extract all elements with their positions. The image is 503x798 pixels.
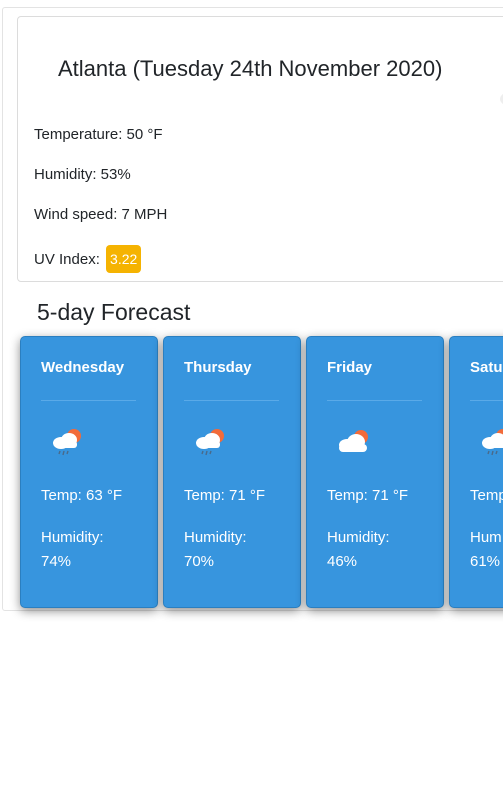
forecast-humidity-label: Humidity: [327,529,390,546]
forecast-humidity-value: 46% [327,553,358,570]
forecast-day: Friday [327,359,373,376]
forecast-day: Thursday [184,359,252,376]
forecast-temp: Temp [470,487,503,504]
forecast-humidity-label: Humidity: [41,529,104,546]
forecast-temp: Temp: 71 °F [327,487,409,504]
forecast-divider [184,400,279,401]
rain-cloud-sun-icon [196,429,224,456]
forecast-divider [41,400,136,401]
forecast-divider [327,400,422,401]
forecast-humidity: Humidity: 70% [184,526,247,574]
forecast-temp: Temp: 71 °F [184,487,266,504]
weather-dashboard: Atlanta (Tuesday 24th November 2020) Tem… [0,0,503,798]
forecast-day: Wednesday [41,359,125,376]
forecast-card-saturday: Saturday Temp Hum 61% [449,336,503,608]
current-humidity: Humidity: 53% [34,166,131,183]
cloud-icon [500,94,503,104]
forecast-divider [470,400,503,401]
current-uv-index: UV Index: 3.22 [34,245,142,273]
forecast-card-thursday: Thursday Temp: 71 °F Humidity: 70% [163,336,301,608]
forecast-temp: Temp: 63 °F [41,487,123,504]
forecast-heading: 5-day Forecast [37,299,191,325]
city-title: Atlanta (Tuesday 24th November 2020) [58,56,443,81]
forecast-humidity-label: Hum [470,529,502,546]
current-temperature: Temperature: 50 °F [34,126,163,143]
forecast-humidity-value: 74% [41,553,72,570]
uv-index-label: UV Index: [34,251,100,268]
forecast-day: Saturday [470,359,503,376]
forecast-humidity: Humidity: 46% [327,526,390,574]
forecast-card-friday: Friday Temp: 71 °F Humidity: 46% [306,336,444,608]
forecast-humidity: Humidity: 74% [41,526,104,574]
forecast-humidity-label: Humidity: [184,529,247,546]
forecast-humidity: Hum 61% [470,526,502,574]
rain-cloud-sun-icon [482,429,503,456]
current-wind-speed: Wind speed: 7 MPH [34,206,168,223]
forecast-humidity-value: 61% [470,553,501,570]
rain-cloud-sun-icon [53,429,81,456]
cloud-sun-icon [339,430,368,452]
forecast-card-wednesday: Wednesday Temp: 63 °F Humidity: 74% [20,336,158,608]
forecast-humidity-value: 70% [184,553,215,570]
uv-index-badge: 3.22 [106,245,142,273]
current-weather-card: Atlanta (Tuesday 24th November 2020) Tem… [17,16,503,282]
